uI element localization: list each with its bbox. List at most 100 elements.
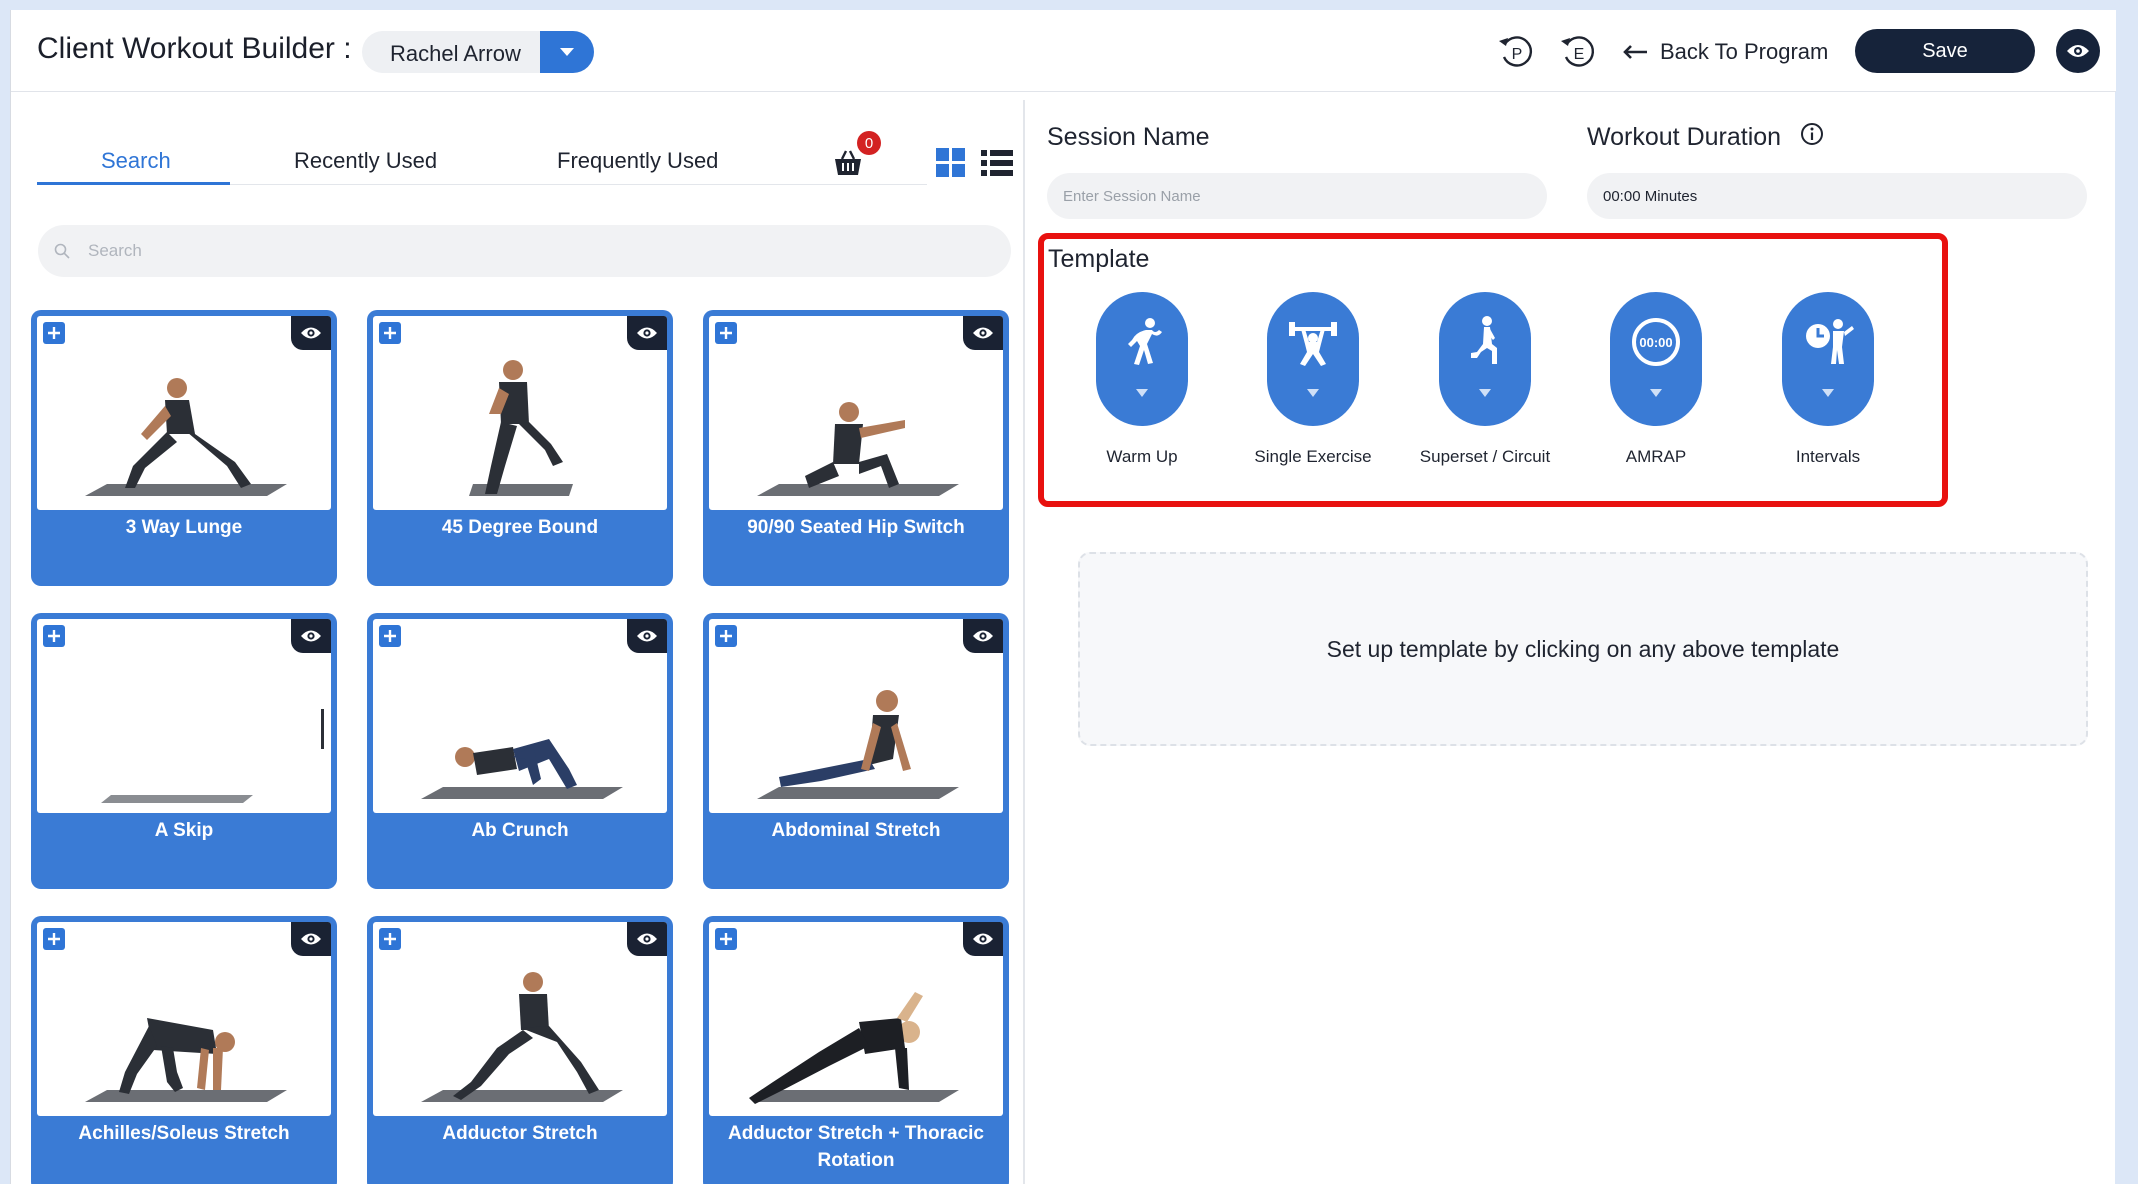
template-amrap[interactable]: 00:00 AMRAP — [1571, 292, 1741, 472]
undo-p-icon: P — [1499, 36, 1533, 67]
template-single-exercise-pill — [1267, 292, 1359, 426]
exercise-thumbnail — [373, 922, 667, 1116]
preview-button[interactable] — [2056, 29, 2100, 73]
eye-icon — [973, 630, 993, 642]
template-warm-up[interactable]: Warm Up — [1057, 292, 1227, 472]
template-superset-circuit-pill — [1439, 292, 1531, 426]
template-single-exercise-label: Single Exercise — [1254, 447, 1372, 466]
preview-exercise-button[interactable] — [291, 619, 331, 653]
exercise-name: Ab Crunch — [471, 820, 569, 841]
template-superset-circuit[interactable]: Superset / Circuit — [1400, 292, 1570, 472]
exercise-figure — [749, 992, 959, 1104]
tab-frequently-used[interactable]: Frequently Used — [557, 148, 718, 174]
undo-e-button[interactable]: E — [1557, 30, 1601, 74]
template-warm-up-label: Warm Up — [1106, 447, 1178, 466]
preview-exercise-button[interactable] — [627, 316, 667, 350]
exercise-thumbnail — [37, 922, 331, 1116]
exercise-card-abdominal-stretch[interactable]: Abdominal Stretch — [703, 613, 1009, 889]
template-dropzone[interactable]: Set up template by clicking on any above… — [1078, 552, 2088, 746]
plus-icon — [720, 933, 732, 945]
basket-button[interactable] — [831, 148, 865, 178]
exercise-name: A Skip — [154, 820, 214, 841]
exercise-thumbnail — [709, 922, 1003, 1116]
search-icon — [54, 243, 70, 259]
exercise-figure — [469, 360, 573, 496]
template-intervals[interactable]: Intervals — [1743, 292, 1913, 472]
tab-recently-used[interactable]: Recently Used — [294, 148, 437, 174]
add-exercise-button[interactable] — [715, 928, 737, 950]
eye-icon — [973, 327, 993, 339]
eye-icon — [637, 630, 657, 642]
exercise-thumbnail — [373, 316, 667, 510]
plus-icon — [48, 630, 60, 642]
back-to-program-link[interactable]: Back To Program — [1622, 36, 1828, 68]
search-input[interactable] — [88, 241, 988, 261]
exercise-name: Adductor Stretch + Thoracic Rotation — [727, 1123, 985, 1171]
preview-exercise-button[interactable] — [291, 922, 331, 956]
exercise-card-a-skip[interactable]: A Skip — [31, 613, 337, 889]
search-field[interactable] — [38, 225, 1011, 277]
preview-exercise-button[interactable] — [963, 316, 1003, 350]
exercise-name: 45 Degree Bound — [441, 517, 599, 538]
session-name-input[interactable] — [1047, 173, 1547, 219]
plus-icon — [720, 630, 732, 642]
exercise-card-45-degree-bound[interactable]: 45 Degree Bound — [367, 310, 673, 586]
client-select[interactable]: Rachel Arrow — [362, 31, 594, 73]
template-intervals-label: Intervals — [1795, 447, 1861, 466]
arrow-left-icon — [1623, 45, 1647, 59]
app-window: Client Workout Builder : Rachel Arrow P … — [10, 10, 2116, 1184]
caret-down-icon — [560, 48, 574, 56]
add-exercise-button[interactable] — [379, 928, 401, 950]
exercise-card-adductor-stretch[interactable]: Adductor Stretch — [367, 916, 673, 1184]
client-name: Rachel Arrow — [390, 41, 521, 66]
add-exercise-button[interactable] — [379, 322, 401, 344]
exercise-card-3-way-lunge[interactable]: 3 Way Lunge — [31, 310, 337, 586]
grid-icon — [936, 148, 965, 177]
caret-down-icon — [1650, 389, 1662, 397]
exercise-card-adductor-stretch-thoracic-rotation[interactable]: Adductor Stretch + Thoracic Rotation — [703, 916, 1009, 1184]
exercise-card-90-90-seated-hip-switch[interactable]: 90/90 Seated Hip Switch — [703, 310, 1009, 586]
preview-exercise-button[interactable] — [963, 922, 1003, 956]
exercise-card-ab-crunch[interactable]: Ab Crunch — [367, 613, 673, 889]
eye-icon — [973, 933, 993, 945]
basket-count-badge: 0 — [857, 131, 881, 155]
tab-search[interactable]: Search — [101, 148, 171, 174]
preview-exercise-button[interactable] — [963, 619, 1003, 653]
plus-icon — [384, 630, 396, 642]
grid-view-toggle[interactable] — [936, 148, 966, 178]
caret-down-icon — [1136, 389, 1148, 397]
add-exercise-button[interactable] — [715, 625, 737, 647]
add-exercise-button[interactable] — [379, 625, 401, 647]
add-exercise-button[interactable] — [43, 928, 65, 950]
client-dropdown-button[interactable] — [540, 31, 594, 73]
template-warm-up-pill — [1096, 292, 1188, 426]
add-exercise-button[interactable] — [715, 322, 737, 344]
workout-duration-input[interactable] — [1587, 173, 2087, 219]
template-amrap-pill: 00:00 — [1610, 292, 1702, 426]
lunge-icon — [1471, 316, 1497, 364]
preview-exercise-button[interactable] — [291, 316, 331, 350]
exercise-thumbnail — [37, 316, 331, 510]
back-to-program-label: Back To Program — [1660, 39, 1829, 64]
list-icon — [981, 150, 1013, 176]
exercise-name: 3 Way Lunge — [125, 517, 243, 538]
info-icon[interactable] — [1800, 122, 1824, 146]
exercise-card-achilles-soleus-stretch[interactable]: Achilles/Soleus Stretch — [31, 916, 337, 1184]
exercise-library-panel: Search Recently Used Frequently Used 0 S… — [11, 93, 1023, 1184]
eye-icon — [301, 327, 321, 339]
caret-down-icon — [1307, 389, 1319, 397]
plus-icon — [48, 327, 60, 339]
interval-clock-icon — [1806, 319, 1854, 364]
stretch-icon — [1128, 318, 1162, 365]
preview-exercise-button[interactable] — [627, 619, 667, 653]
preview-exercise-button[interactable] — [627, 922, 667, 956]
template-single-exercise[interactable]: Single Exercise — [1228, 292, 1398, 472]
template-title: Template — [1048, 245, 1150, 273]
undo-p-button[interactable]: P — [1495, 30, 1539, 74]
save-button[interactable]: Save — [1855, 29, 2035, 73]
exercise-figure — [85, 378, 287, 496]
add-exercise-button[interactable] — [43, 322, 65, 344]
add-exercise-button[interactable] — [43, 625, 65, 647]
list-view-toggle[interactable] — [981, 148, 1013, 178]
exercise-thumbnail — [709, 619, 1003, 813]
